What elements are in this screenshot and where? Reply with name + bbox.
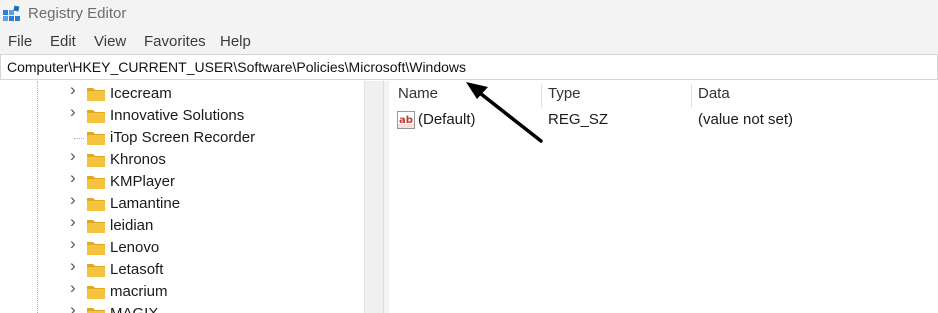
key-tree-pane[interactable]: › Icecream › Innovative Solutions iTop Scree… <box>0 81 365 313</box>
folder-icon <box>87 242 105 255</box>
chevron-right-icon[interactable]: › <box>70 103 80 120</box>
chevron-right-icon[interactable]: › <box>70 147 80 164</box>
column-separator[interactable] <box>541 84 542 108</box>
tree-connector <box>74 138 84 139</box>
string-value-icon: ab <box>397 111 415 129</box>
tree-item[interactable]: › Letasoft <box>70 257 350 281</box>
window-title: Registry Editor <box>28 5 127 22</box>
chevron-right-icon[interactable]: › <box>70 235 80 252</box>
column-header-type[interactable]: Type <box>548 85 581 107</box>
value-type[interactable]: REG_SZ <box>548 111 608 128</box>
title-bar: Registry Editor <box>0 0 938 30</box>
tree-item[interactable]: › Innovative Solutions <box>70 103 350 127</box>
address-bar[interactable]: Computer\HKEY_CURRENT_USER\Software\Poli… <box>0 54 938 80</box>
address-path[interactable]: Computer\HKEY_CURRENT_USER\Software\Poli… <box>7 59 466 75</box>
folder-icon <box>87 220 105 233</box>
chevron-right-icon[interactable]: › <box>70 81 80 98</box>
value-data[interactable]: (value not set) <box>698 111 793 128</box>
tree-item[interactable]: › Icecream <box>70 81 350 105</box>
tree-item-label: Icecream <box>110 85 172 102</box>
column-header-name[interactable]: Name <box>398 85 438 107</box>
registry-editor-icon <box>3 5 20 21</box>
tree-item-label: KMPlayer <box>110 173 176 190</box>
tree-item[interactable]: iTop Screen Recorder <box>70 127 350 149</box>
folder-icon <box>87 176 105 189</box>
column-header-data[interactable]: Data <box>698 85 730 107</box>
folder-icon <box>87 286 105 299</box>
tree-item-label: Lenovo <box>110 239 160 256</box>
tree-guide-line <box>37 81 38 313</box>
tree-item-label: Innovative Solutions <box>110 107 245 124</box>
chevron-right-icon[interactable]: › <box>70 191 80 208</box>
folder-icon <box>87 88 105 101</box>
tree-item-label: Letasoft <box>110 261 164 278</box>
tree-item-label: MAGIX <box>110 305 158 313</box>
menu-edit[interactable]: Edit <box>50 33 76 50</box>
folder-icon <box>87 308 105 313</box>
folder-icon <box>87 110 105 123</box>
column-separator[interactable] <box>691 84 692 108</box>
chevron-right-icon[interactable]: › <box>70 213 80 230</box>
tree-item-label: Lamantine <box>110 195 181 212</box>
chevron-right-icon[interactable]: › <box>70 279 80 296</box>
values-pane[interactable]: Name Type Data ab (Default) REG_SZ (valu… <box>389 81 938 313</box>
menu-help[interactable]: Help <box>220 33 251 50</box>
tree-item-label: Khronos <box>110 151 166 168</box>
value-name[interactable]: (Default) <box>418 111 476 128</box>
folder-icon <box>87 154 105 167</box>
folder-icon <box>87 264 105 277</box>
tree-item-label: leidian <box>110 217 154 234</box>
tree-item[interactable]: › macrium <box>70 279 350 303</box>
chevron-right-icon[interactable]: › <box>70 257 80 274</box>
tree-item[interactable]: › MAGIX <box>70 301 350 313</box>
tree-scrollbar[interactable] <box>365 81 383 313</box>
folder-icon <box>87 198 105 211</box>
menu-bar: File Edit View Favorites Help <box>0 30 938 54</box>
chevron-right-icon[interactable]: › <box>70 301 80 313</box>
tree-item[interactable]: › Khronos <box>70 147 350 171</box>
folder-icon <box>87 132 105 145</box>
tree-item[interactable]: › Lamantine <box>70 191 350 215</box>
tree-item-label: iTop Screen Recorder <box>110 129 256 146</box>
tree-item-label: macrium <box>110 283 168 300</box>
tree-item[interactable]: › leidian <box>70 213 350 237</box>
menu-file[interactable]: File <box>8 33 32 50</box>
tree-item[interactable]: › Lenovo <box>70 235 350 259</box>
chevron-right-icon[interactable]: › <box>70 169 80 186</box>
menu-view[interactable]: View <box>94 33 126 50</box>
menu-favorites[interactable]: Favorites <box>144 33 206 50</box>
tree-item[interactable]: › KMPlayer <box>70 169 350 193</box>
